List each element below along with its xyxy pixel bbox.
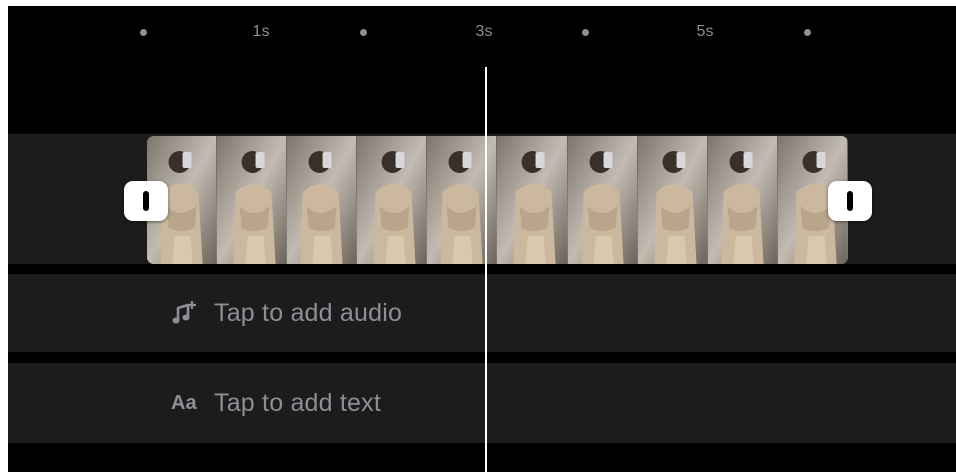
video-thumbnail-frame bbox=[707, 136, 778, 264]
time-ruler: 1s 3s 5s bbox=[8, 6, 956, 62]
ruler-tick-dot bbox=[360, 29, 367, 36]
video-clip[interactable] bbox=[147, 136, 848, 264]
ruler-tick-label: 1s bbox=[252, 23, 270, 40]
ruler-tick-dot bbox=[140, 29, 147, 36]
timeline-editor: 1s 3s 5s Tap to add audio Aa Tap to add … bbox=[8, 6, 956, 472]
ruler-tick-label: 3s bbox=[475, 23, 493, 40]
music-note-plus-icon bbox=[171, 300, 205, 326]
video-thumbnail-frame bbox=[567, 136, 638, 264]
trim-handle-left[interactable] bbox=[124, 181, 168, 221]
text-aa-icon: Aa bbox=[171, 391, 197, 414]
ruler-tick-dot bbox=[804, 29, 811, 36]
ruler-tick-label: 5s bbox=[696, 23, 714, 40]
playhead[interactable] bbox=[485, 67, 487, 472]
ruler-tick-dot bbox=[582, 29, 589, 36]
video-thumbnail-frame bbox=[637, 136, 708, 264]
video-thumbnail-frame bbox=[217, 136, 288, 264]
audio-track[interactable] bbox=[8, 274, 956, 352]
video-thumbnail-frame bbox=[287, 136, 358, 264]
video-thumbnail-frame bbox=[497, 136, 568, 264]
trim-handle-right[interactable] bbox=[828, 181, 872, 221]
add-audio-button[interactable]: Tap to add audio bbox=[171, 293, 402, 333]
add-text-button[interactable]: Aa Tap to add text bbox=[171, 383, 381, 423]
add-audio-label: Tap to add audio bbox=[214, 298, 403, 327]
text-track[interactable] bbox=[8, 363, 956, 443]
video-thumbnail-frame bbox=[357, 136, 428, 264]
add-text-label: Tap to add text bbox=[214, 388, 382, 417]
